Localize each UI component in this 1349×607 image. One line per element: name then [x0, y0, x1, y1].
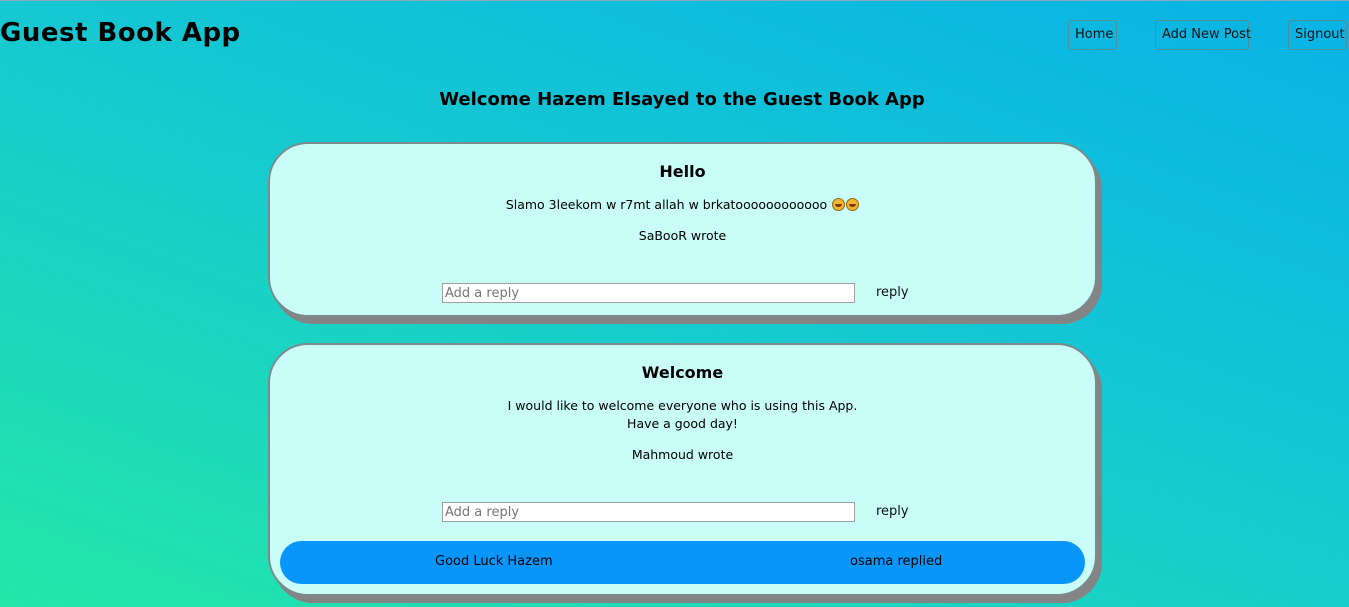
reply-item: Good Luck Hazem osama replied [280, 541, 1085, 584]
post-body: I would like to welcome everyone who is … [270, 397, 1095, 433]
post-card: Hello Slamo 3leekom w r7mt allah w brkat… [268, 142, 1097, 317]
reply-input[interactable] [442, 502, 855, 522]
post-card: Welcome I would like to welcome everyone… [268, 343, 1097, 596]
post-title: Hello [659, 162, 706, 181]
nav-home-button[interactable]: Home [1068, 20, 1117, 50]
grinning-face-icon [846, 198, 860, 211]
top-border [0, 0, 1349, 1]
post-body-line: Have a good day! [627, 416, 738, 431]
post-body: Slamo 3leekom w r7mt allah w brkatoooooo… [270, 196, 1095, 214]
reply-button[interactable]: reply [876, 285, 909, 300]
app-title: Guest Book App [0, 18, 241, 48]
grinning-face-icon [832, 198, 846, 211]
reply-input[interactable] [442, 283, 855, 303]
nav-signout-button[interactable]: Signout [1288, 20, 1347, 50]
post-body-text: Slamo 3leekom w r7mt allah w brkatoooooo… [505, 197, 828, 212]
post-body-line: I would like to welcome everyone who is … [507, 398, 858, 413]
post-author: SaBooR wrote [638, 228, 727, 243]
post-title: Welcome [641, 363, 724, 382]
welcome-heading: Welcome Hazem Elsayed to the Guest Book … [439, 89, 925, 110]
reply-button[interactable]: reply [876, 504, 909, 519]
reply-author: osama replied [850, 554, 943, 569]
post-author: Mahmoud wrote [631, 447, 734, 462]
reply-text: Good Luck Hazem [435, 554, 553, 569]
nav-add-new-post-button[interactable]: Add New Post [1155, 20, 1251, 50]
